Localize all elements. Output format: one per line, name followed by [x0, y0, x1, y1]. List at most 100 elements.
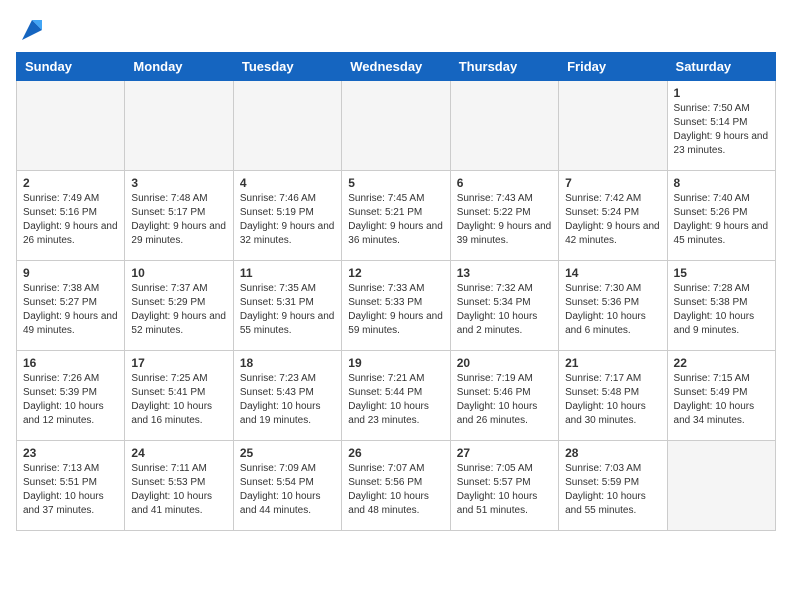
day-number: 6	[457, 176, 552, 190]
calendar-table: SundayMondayTuesdayWednesdayThursdayFrid…	[16, 52, 776, 531]
day-info: Sunrise: 7:46 AM Sunset: 5:19 PM Dayligh…	[240, 192, 335, 248]
day-cell: 10 Sunrise: 7:37 AM Sunset: 5:29 PM Dayli…	[125, 261, 233, 351]
day-cell: 13 Sunrise: 7:32 AM Sunset: 5:34 PM Dayli…	[450, 261, 558, 351]
day-cell: 7 Sunrise: 7:42 AM Sunset: 5:24 PM Daylig…	[559, 171, 667, 261]
day-info: Sunrise: 7:43 AM Sunset: 5:22 PM Dayligh…	[457, 192, 552, 248]
day-cell: 3Sunrise: 7:48 AM Sunset: 5:17 PM Daylig…	[125, 171, 233, 261]
weekday-monday: Monday	[125, 53, 233, 81]
day-cell: 2 Sunrise: 7:49 AM Sunset: 5:16 PM Daylig…	[17, 171, 125, 261]
day-number: 27	[457, 446, 552, 460]
day-number: 11	[240, 266, 335, 280]
day-number: 1	[674, 86, 769, 100]
day-cell: 27 Sunrise: 7:05 AM Sunset: 5:57 PM Dayli…	[450, 441, 558, 531]
day-cell: 17 Sunrise: 7:25 AM Sunset: 5:41 PM Dayli…	[125, 351, 233, 441]
day-number: 15	[674, 266, 769, 280]
day-cell: 18 Sunrise: 7:23 AM Sunset: 5:43 PM Dayli…	[233, 351, 341, 441]
day-cell: 24 Sunrise: 7:11 AM Sunset: 5:53 PM Dayli…	[125, 441, 233, 531]
day-info: Sunrise: 7:26 AM Sunset: 5:39 PM Dayligh…	[23, 372, 118, 428]
weekday-header-row: SundayMondayTuesdayWednesdayThursdayFrid…	[17, 53, 776, 81]
day-info: Sunrise: 7:50 AM Sunset: 5:14 PM Dayligh…	[674, 102, 769, 158]
logo	[16, 16, 46, 44]
day-info: Sunrise: 7:37 AM Sunset: 5:29 PM Dayligh…	[131, 282, 226, 338]
day-number: 14	[565, 266, 660, 280]
day-info: Sunrise: 7:40 AM Sunset: 5:26 PM Dayligh…	[674, 192, 769, 248]
day-info: Sunrise: 7:30 AM Sunset: 5:36 PM Dayligh…	[565, 282, 660, 338]
weekday-tuesday: Tuesday	[233, 53, 341, 81]
day-number: 5	[348, 176, 443, 190]
week-row-3: 9 Sunrise: 7:38 AM Sunset: 5:27 PM Daylig…	[17, 261, 776, 351]
day-cell: 28 Sunrise: 7:03 AM Sunset: 5:59 PM Dayli…	[559, 441, 667, 531]
day-cell	[125, 81, 233, 171]
day-info: Sunrise: 7:09 AM Sunset: 5:54 PM Dayligh…	[240, 462, 335, 518]
day-info: Sunrise: 7:21 AM Sunset: 5:44 PM Dayligh…	[348, 372, 443, 428]
day-cell: 15 Sunrise: 7:28 AM Sunset: 5:38 PM Dayli…	[667, 261, 775, 351]
day-info: Sunrise: 7:03 AM Sunset: 5:59 PM Dayligh…	[565, 462, 660, 518]
day-info: Sunrise: 7:42 AM Sunset: 5:24 PM Dayligh…	[565, 192, 660, 248]
day-cell: 14 Sunrise: 7:30 AM Sunset: 5:36 PM Dayli…	[559, 261, 667, 351]
day-cell	[17, 81, 125, 171]
day-cell: 16Sunrise: 7:26 AM Sunset: 5:39 PM Dayli…	[17, 351, 125, 441]
day-number: 3	[131, 176, 226, 190]
day-number: 21	[565, 356, 660, 370]
day-cell: 25 Sunrise: 7:09 AM Sunset: 5:54 PM Dayli…	[233, 441, 341, 531]
day-number: 19	[348, 356, 443, 370]
day-info: Sunrise: 7:17 AM Sunset: 5:48 PM Dayligh…	[565, 372, 660, 428]
day-info: Sunrise: 7:11 AM Sunset: 5:53 PM Dayligh…	[131, 462, 226, 518]
day-number: 7	[565, 176, 660, 190]
day-cell: 4 Sunrise: 7:46 AM Sunset: 5:19 PM Daylig…	[233, 171, 341, 261]
day-number: 18	[240, 356, 335, 370]
weekday-sunday: Sunday	[17, 53, 125, 81]
day-info: Sunrise: 7:19 AM Sunset: 5:46 PM Dayligh…	[457, 372, 552, 428]
day-cell: 5 Sunrise: 7:45 AM Sunset: 5:21 PM Daylig…	[342, 171, 450, 261]
day-number: 13	[457, 266, 552, 280]
day-number: 4	[240, 176, 335, 190]
day-cell	[342, 81, 450, 171]
day-info: Sunrise: 7:28 AM Sunset: 5:38 PM Dayligh…	[674, 282, 769, 338]
day-info: Sunrise: 7:13 AM Sunset: 5:51 PM Dayligh…	[23, 462, 118, 518]
day-cell: 21 Sunrise: 7:17 AM Sunset: 5:48 PM Dayli…	[559, 351, 667, 441]
weekday-friday: Friday	[559, 53, 667, 81]
day-info: Sunrise: 7:25 AM Sunset: 5:41 PM Dayligh…	[131, 372, 226, 428]
weekday-thursday: Thursday	[450, 53, 558, 81]
day-info: Sunrise: 7:05 AM Sunset: 5:57 PM Dayligh…	[457, 462, 552, 518]
day-info: Sunrise: 7:33 AM Sunset: 5:33 PM Dayligh…	[348, 282, 443, 338]
day-number: 2	[23, 176, 118, 190]
day-number: 10	[131, 266, 226, 280]
day-info: Sunrise: 7:32 AM Sunset: 5:34 PM Dayligh…	[457, 282, 552, 338]
day-info: Sunrise: 7:23 AM Sunset: 5:43 PM Dayligh…	[240, 372, 335, 428]
week-row-1: 1 Sunrise: 7:50 AM Sunset: 5:14 PM Daylig…	[17, 81, 776, 171]
day-info: Sunrise: 7:38 AM Sunset: 5:27 PM Dayligh…	[23, 282, 118, 338]
day-cell: 1 Sunrise: 7:50 AM Sunset: 5:14 PM Daylig…	[667, 81, 775, 171]
day-number: 24	[131, 446, 226, 460]
day-number: 26	[348, 446, 443, 460]
week-row-5: 23Sunrise: 7:13 AM Sunset: 5:51 PM Dayli…	[17, 441, 776, 531]
day-cell	[233, 81, 341, 171]
day-cell	[667, 441, 775, 531]
day-number: 20	[457, 356, 552, 370]
day-cell: 22Sunrise: 7:15 AM Sunset: 5:49 PM Dayli…	[667, 351, 775, 441]
day-cell: 6 Sunrise: 7:43 AM Sunset: 5:22 PM Daylig…	[450, 171, 558, 261]
day-cell: 12Sunrise: 7:33 AM Sunset: 5:33 PM Dayli…	[342, 261, 450, 351]
day-number: 28	[565, 446, 660, 460]
day-info: Sunrise: 7:07 AM Sunset: 5:56 PM Dayligh…	[348, 462, 443, 518]
day-number: 22	[674, 356, 769, 370]
week-row-4: 16Sunrise: 7:26 AM Sunset: 5:39 PM Dayli…	[17, 351, 776, 441]
weekday-wednesday: Wednesday	[342, 53, 450, 81]
day-cell: 8 Sunrise: 7:40 AM Sunset: 5:26 PM Daylig…	[667, 171, 775, 261]
day-number: 17	[131, 356, 226, 370]
calendar-body: 1 Sunrise: 7:50 AM Sunset: 5:14 PM Daylig…	[17, 81, 776, 531]
day-cell: 23Sunrise: 7:13 AM Sunset: 5:51 PM Dayli…	[17, 441, 125, 531]
page-header	[16, 16, 776, 44]
day-number: 9	[23, 266, 118, 280]
day-number: 8	[674, 176, 769, 190]
week-row-2: 2 Sunrise: 7:49 AM Sunset: 5:16 PM Daylig…	[17, 171, 776, 261]
day-info: Sunrise: 7:45 AM Sunset: 5:21 PM Dayligh…	[348, 192, 443, 248]
day-cell	[450, 81, 558, 171]
day-number: 25	[240, 446, 335, 460]
logo-icon	[18, 16, 46, 44]
day-cell: 9 Sunrise: 7:38 AM Sunset: 5:27 PM Daylig…	[17, 261, 125, 351]
weekday-saturday: Saturday	[667, 53, 775, 81]
day-cell	[559, 81, 667, 171]
day-info: Sunrise: 7:35 AM Sunset: 5:31 PM Dayligh…	[240, 282, 335, 338]
day-info: Sunrise: 7:49 AM Sunset: 5:16 PM Dayligh…	[23, 192, 118, 248]
